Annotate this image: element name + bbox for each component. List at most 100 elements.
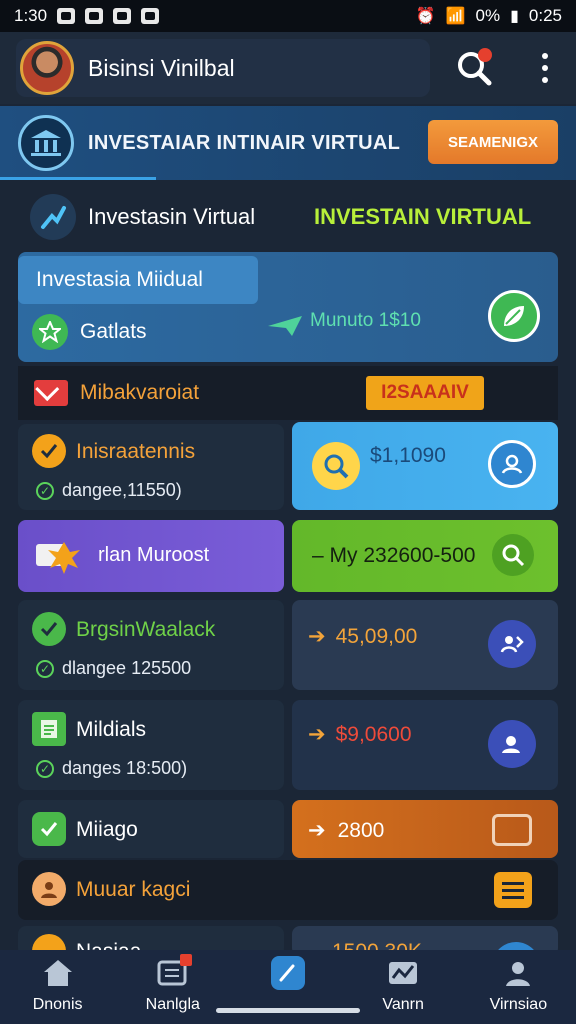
card-burst-icon [34,538,80,574]
nav-profile[interactable]: Virnsiao [463,950,573,1014]
investment-summary-card[interactable]: Investasia Miidual Gatlats Munuto 1$10 [18,252,558,362]
notification-icon [113,8,132,24]
arrow-icon: ➔ [308,819,326,842]
tile-value: $1,1090 [370,444,446,467]
alert-label: Mibakvaroiat [80,381,200,404]
tile-subtitle-text: dlangee 125500 [62,658,192,678]
person-icon [32,872,66,906]
status-left: 1:30 [14,6,160,26]
value-tile[interactable]: ➔ 2800 [292,800,558,858]
map-icon [386,956,420,990]
tile-value: – My 232600-500 [312,544,476,567]
nav-edit[interactable] [233,950,343,996]
tile-subtitle: ✓ dangee,11550) [36,480,182,501]
leaf-icon[interactable] [488,290,540,342]
tile-subtitle: ✓ danges 18:500) [36,758,187,779]
notification-icon [141,8,160,24]
tile-title: Muuar kagci [76,878,191,901]
battery-icon: ▮ [510,8,519,25]
star-icon [32,314,68,350]
user-search-icon[interactable] [488,440,536,488]
avatar[interactable] [20,41,74,95]
tab-indicator [0,177,156,180]
profile-icon [501,956,535,990]
tile-subtitle-text: danges 18:500) [62,758,188,778]
status-bar: 1:30 ⏰ 📶 0% ▮ 0:25 [0,0,576,32]
section-header: Investasin Virtual INVESTAIN VIRTUAL [0,186,576,248]
value-tile[interactable]: $1,1090 [292,422,558,510]
nav-map[interactable]: Vanrn [348,950,458,1014]
card-tab[interactable]: Investasia Miidual [18,256,258,304]
tile-value-text: My 232600-500 [329,544,476,567]
investment-banner: INVESTAIAR INTINAIR VIRTUAL SEAMENIGX [0,106,576,180]
tile-value-text: 2800 [337,819,385,842]
alert-badge: I2SAAAIV [366,376,484,410]
dot-icon [542,53,548,59]
search-button[interactable] [454,48,494,88]
banner-title: INVESTAIAR INTINAIR VIRTUAL [88,131,401,154]
user-lock-icon[interactable] [488,720,536,768]
coin-search-icon [312,442,360,490]
tile-value: ➔ 2800 [308,818,384,843]
document-icon [32,712,66,746]
wallet-icon[interactable] [492,814,532,846]
check-circle-icon: ✓ [36,481,54,500]
alarm-icon: ⏰ [415,8,436,25]
nav-label: Dnonis [32,996,83,1013]
dot-icon [542,65,548,71]
value-tile[interactable]: ➔ $9,0600 [292,700,558,790]
badge-check-icon [32,812,66,846]
arrow-icon: ➔ [308,723,326,746]
search-icon[interactable] [492,534,534,576]
value-tile[interactable]: ➔ 45,09,00 [292,600,558,690]
banner-action-button[interactable]: SEAMENIGX [428,120,558,164]
tile-title: BrgsinWaalack [76,618,216,641]
notification-dot [478,48,492,62]
mail-icon [34,380,68,406]
overflow-menu-button[interactable] [530,50,560,86]
edit-icon [270,956,305,990]
header-title: Bisinsi Vinilbal [88,54,235,81]
card-value: Munuto 1$10 [310,310,421,331]
list-icon[interactable] [494,872,532,908]
tile-subtitle: ✓ dlangee 125500 [36,658,191,679]
status-time-left: 1:30 [14,6,48,25]
card-sub-label: Gatlats [80,320,147,343]
arrow-icon: ➔ [308,625,326,648]
card-sub: Gatlats [32,314,147,350]
check-circle-icon: ✓ [36,659,54,678]
home-indicator[interactable] [216,1008,360,1013]
battery-level: 0% [475,6,501,25]
investment-tile[interactable]: BrgsinWaalack ✓ dlangee 125500 [18,600,284,690]
tile-value-text: $9,0600 [335,723,412,746]
wide-tile[interactable]: Muuar kagci [18,860,558,920]
home-icon [41,956,75,990]
tile-title: Miiago [76,818,138,841]
investment-tile[interactable]: Mildials ✓ danges 18:500) [18,700,284,790]
user-switch-icon[interactable] [488,620,536,668]
send-icon [268,316,302,336]
section-label: Investasin Virtual [88,204,256,229]
nav-home[interactable]: Dnonis [3,950,113,1014]
inbox-icon [156,954,192,990]
investment-tile[interactable]: Miiago [18,800,284,858]
badge-dot [179,954,192,966]
transfer-tile[interactable]: rlan Muroost [18,520,284,592]
tile-title: rlan Muroost [98,544,210,566]
nav-messages[interactable]: Nanlgla [118,950,228,1014]
nav-label: Virnsiao [489,996,548,1013]
profile-pill[interactable]: Bisinsi Vinilbal [16,39,430,97]
notification-icon [57,8,76,24]
bank-icon [18,115,74,171]
value-tile[interactable]: – My 232600-500 [292,520,558,592]
alert-row[interactable]: Mibakvaroiat I2SAAAIV [18,366,558,420]
app-header: Bisinsi Vinilbal [0,32,576,104]
notification-icon [85,8,104,24]
wifi-icon: 📶 [445,8,466,25]
tile-title: Inisraatennis [76,440,196,463]
check-icon [32,612,66,646]
status-right: ⏰ 📶 0% ▮ 0:25 [416,6,562,26]
check-icon [32,434,66,468]
tile-value-text: 45,09,00 [335,625,418,648]
investment-tile[interactable]: Inisraatennis ✓ dangee,11550) [18,424,284,510]
